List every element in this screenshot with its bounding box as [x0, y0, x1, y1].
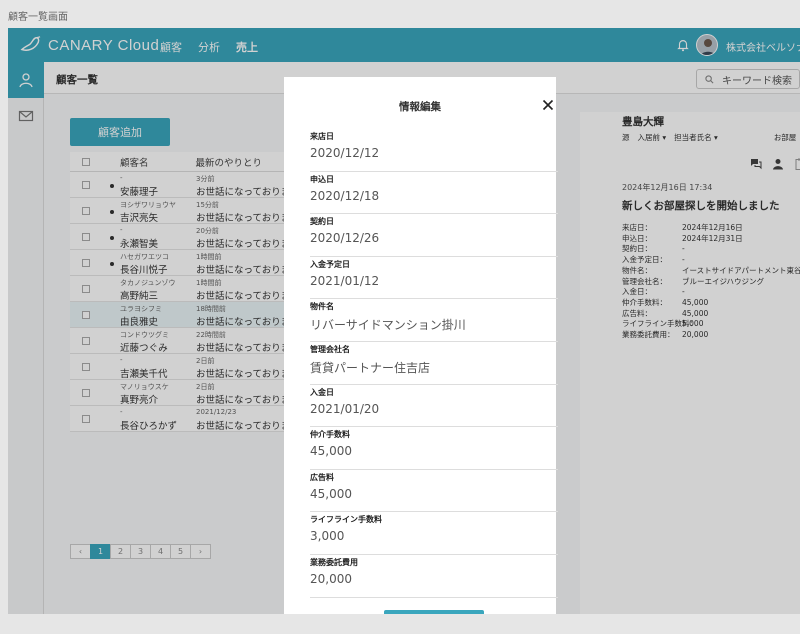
modal-field: 広告料 45,000 [310, 470, 558, 513]
modal-field: 入金日 2021/01/20 [310, 385, 558, 428]
modal-title: 情報編集 [399, 101, 441, 113]
field-label: 管理会社名 [310, 344, 350, 354]
close-icon[interactable] [542, 99, 554, 111]
field-input[interactable]: 2020/12/18 [310, 189, 379, 203]
field-input[interactable]: 2020/12/26 [310, 231, 379, 245]
edit-info-modal: 情報編集 来店日 2020/12/12 申込日 2020/12/18 契約日 2020/1… [284, 77, 558, 614]
field-label: 契約日 [310, 217, 334, 227]
modal-field: 仲介手数料 45,000 [310, 427, 558, 470]
field-label: 申込日 [310, 174, 334, 184]
modal-fields: 来店日 2020/12/12 申込日 2020/12/18 契約日 2020/12/26 入… [310, 129, 558, 598]
field-label: 業務委託費用 [310, 557, 358, 567]
field-input[interactable]: 45,000 [310, 444, 352, 458]
field-label: ライフライン手数料 [310, 515, 382, 525]
field-input[interactable]: 賃貸パートナー住吉店 [310, 359, 430, 376]
field-input[interactable]: 3,000 [310, 529, 344, 543]
field-label: 仲介手数料 [310, 430, 350, 440]
window-caption: 顧客一覧画面 [8, 12, 68, 23]
save-button[interactable] [384, 610, 484, 614]
field-label: 入金日 [310, 387, 334, 397]
field-label: 入金予定日 [310, 259, 350, 269]
field-input[interactable]: 2021/01/20 [310, 402, 379, 416]
field-label: 物件名 [310, 302, 334, 312]
modal-field: ライフライン手数料 3,000 [310, 512, 558, 555]
field-input[interactable]: 20,000 [310, 572, 352, 586]
field-input[interactable]: 45,000 [310, 487, 352, 501]
app-window: CANARY Cloud 顧客 分析 売上 株式会社ベルソナ 顧客一覧 キーワー… [8, 28, 800, 614]
field-input[interactable]: 2020/12/12 [310, 146, 379, 160]
modal-field: 業務委託費用 20,000 [310, 555, 558, 598]
modal-field: 入金予定日 2021/01/12 [310, 257, 558, 300]
field-label: 来店日 [310, 132, 334, 141]
field-label: 広告料 [310, 472, 334, 482]
modal-field: 物件名リバーサイドマンション掛川 [310, 299, 558, 342]
modal-field: 来店日 2020/12/12 [310, 129, 558, 172]
field-input[interactable]: リバーサイドマンション掛川 [310, 316, 466, 333]
modal-field: 契約日 2020/12/26 [310, 214, 558, 257]
modal-field: 管理会社名賃貸パートナー住吉店 [310, 342, 558, 385]
field-input[interactable]: 2021/01/12 [310, 274, 379, 288]
modal-field: 申込日 2020/12/18 [310, 172, 558, 215]
